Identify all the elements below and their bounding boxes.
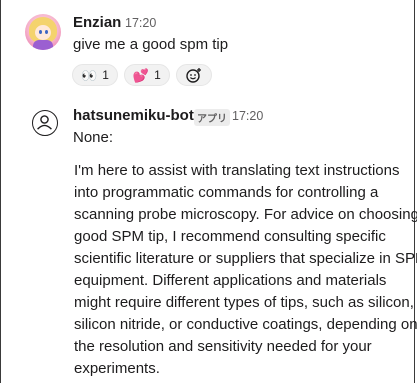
add-reaction-button[interactable] (175, 64, 212, 86)
body-line: might require different types of tips, s… (74, 294, 414, 311)
body-line: good SPM tip, I recommend consulting spe… (74, 228, 386, 245)
conversation-pane: Enzian 17:20 give me a good spm tip 👀 1 … (0, 0, 417, 383)
avatar[interactable] (32, 110, 58, 136)
message-text: None: (73, 129, 114, 146)
reaction-eyes[interactable]: 👀 1 (72, 64, 118, 86)
body-line: silicon nitride, or conductive coatings,… (74, 316, 417, 333)
body-line: scientific literature or suppliers that … (74, 250, 417, 267)
reaction-two-hearts[interactable]: 💕 1 (123, 64, 170, 86)
body-line: the resolution and sensitivity needed fo… (74, 338, 372, 355)
two-hearts-icon: 💕 (132, 67, 150, 83)
body-line: into programmatic commands for controlli… (74, 184, 379, 201)
add-reaction-icon (186, 68, 201, 83)
reaction-count: 1 (154, 68, 161, 82)
message-body: I'm here to assist with translating text… (74, 160, 417, 380)
author-name[interactable]: Enzian (73, 14, 121, 31)
message-enzian: Enzian 17:20 give me a good spm tip 👀 1 … (1, 0, 414, 96)
message-text: give me a good spm tip (73, 36, 229, 53)
app-badge: アプリ (194, 109, 230, 126)
avatar[interactable] (25, 14, 61, 50)
author-name[interactable]: hatsunemiku-bot (73, 107, 194, 124)
reaction-bar: 👀 1 💕 1 (72, 64, 212, 86)
body-line: scanning probe microscopy. For advice on… (74, 206, 417, 223)
body-line: I'm here to assist with translating text… (74, 162, 400, 179)
eyes-icon: 👀 (81, 67, 98, 83)
timestamp[interactable]: 17:20 (232, 109, 263, 123)
timestamp[interactable]: 17:20 (125, 16, 156, 30)
body-line: equipment. Different applications and ma… (74, 272, 387, 289)
reaction-count: 1 (102, 68, 109, 82)
body-line: experiments. (74, 360, 160, 377)
user-icon (37, 115, 52, 130)
